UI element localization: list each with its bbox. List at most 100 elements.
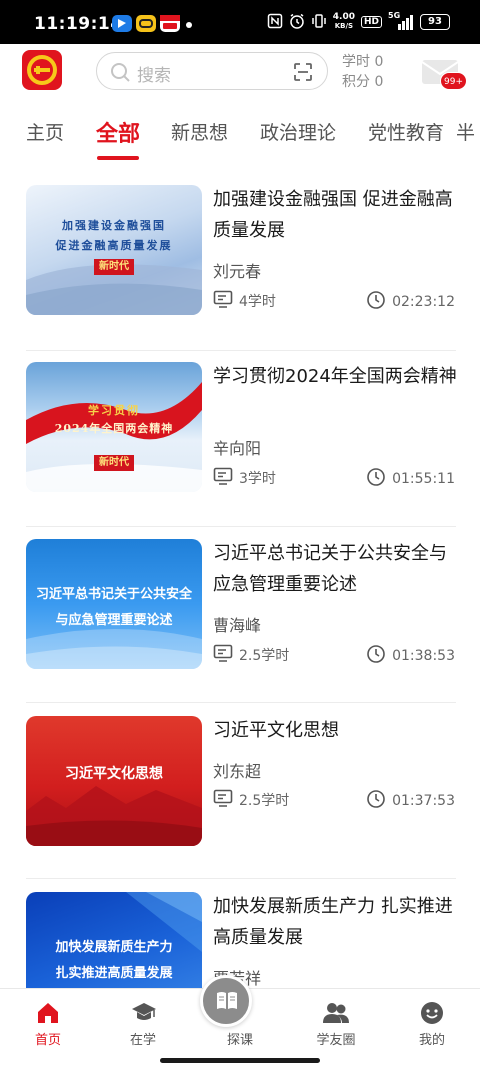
course-hours: 3学时 xyxy=(213,467,276,489)
nav-mine-label: 我的 xyxy=(418,1033,445,1048)
nav-home-label: 首页 xyxy=(34,1033,61,1048)
course-thumbnail[interactable]: 学习贯彻 2024年全国两会精神 新时代 xyxy=(26,362,202,492)
alarm-icon xyxy=(289,13,305,32)
nav-mine[interactable]: 我的 xyxy=(397,989,467,1049)
course-author: 辛向阳 xyxy=(213,439,262,458)
course-card[interactable]: 加快发展新质生产力 扎实推进高质量发展 加快发展新质生产力 扎实推进高质量发展 … xyxy=(0,867,480,988)
monitor-icon xyxy=(213,467,233,489)
net-speed-unit: KB/S xyxy=(334,22,354,30)
thumb-line-1: 学习贯彻 xyxy=(88,404,140,417)
vibrate-icon xyxy=(311,13,327,32)
nav-studying-label: 在学 xyxy=(129,1033,156,1048)
app-logo[interactable] xyxy=(22,50,62,90)
explore-center-button[interactable] xyxy=(200,975,252,1027)
clock-icon xyxy=(366,467,386,491)
monitor-icon xyxy=(213,644,233,666)
yellow-app-notification-icon xyxy=(136,15,156,32)
course-hours: 2.5学时 xyxy=(213,644,289,666)
course-hours-text: 3学时 xyxy=(239,471,276,487)
thumb-line-1: 习近平文化思想 xyxy=(65,766,163,782)
nav-explore-label: 探课 xyxy=(226,1033,253,1048)
net-speed-value: 4.00 xyxy=(332,12,355,22)
nfc-icon xyxy=(267,13,283,32)
course-title[interactable]: 习近平总书记关于公共安全与应急管理重要论述 xyxy=(213,538,457,600)
course-duration: 01:38:53 xyxy=(366,644,455,668)
open-book-icon xyxy=(215,990,239,1016)
search-bar[interactable]: 搜索 xyxy=(96,52,328,90)
tab-home[interactable]: 主页 xyxy=(26,118,64,145)
top-header: 搜索 学时 0 积分 0 99+ xyxy=(0,44,480,100)
course-hours-text: 2.5学时 xyxy=(239,793,290,809)
course-meta: 2.5学时 01:38:53 xyxy=(213,644,455,666)
thumb-line-1: 习近平总书记关于公共安全 xyxy=(35,587,192,602)
course-title[interactable]: 加快发展新质生产力 扎实推进高质量发展 xyxy=(213,891,457,953)
home-indicator[interactable] xyxy=(160,1058,320,1063)
status-icons: 4.00 KB/S HD 5G 93 xyxy=(267,11,450,32)
red-app-notification-icon xyxy=(160,15,180,32)
nav-studying[interactable]: 在学 xyxy=(108,989,178,1049)
course-author: 曹海峰 xyxy=(213,616,262,635)
battery-indicator: 93 xyxy=(420,14,450,30)
study-hours: 学时 0 xyxy=(342,54,384,70)
course-list: 加强建设金融强国 促进金融高质量发展 新时代 加强建设金融强国 促进金融高质量发… xyxy=(0,160,480,988)
course-title[interactable]: 加强建设金融强国 促进金融高质量发展 xyxy=(213,184,457,246)
tab-party-education[interactable]: 党性教育 xyxy=(368,118,444,145)
tab-political-theory[interactable]: 政治理论 xyxy=(260,118,336,145)
hd-badge: HD xyxy=(360,16,382,28)
course-title[interactable]: 习近平文化思想 xyxy=(213,715,457,746)
course-thumbnail[interactable]: 习近平总书记关于公共安全 与应急管理重要论述 xyxy=(26,539,202,669)
course-duration-text: 02:23:12 xyxy=(392,294,455,310)
people-icon xyxy=(322,1001,350,1025)
course-hours-text: 4学时 xyxy=(239,294,276,310)
clock-icon xyxy=(366,644,386,668)
course-thumbnail[interactable]: 加强建设金融强国 促进金融高质量发展 新时代 xyxy=(26,185,202,315)
course-hours-text: 2.5学时 xyxy=(239,648,290,664)
nav-explore[interactable]: 探课 xyxy=(200,975,275,1049)
net-speed: 4.00 KB/S xyxy=(333,13,355,31)
course-meta: 4学时 02:23:12 xyxy=(213,290,455,312)
thumb-line-2: 促进金融高质量发展 xyxy=(55,239,173,252)
course-thumbnail[interactable]: 习近平文化思想 xyxy=(26,716,202,846)
home-icon xyxy=(36,1001,60,1025)
search-placeholder: 搜索 xyxy=(137,66,171,86)
course-card[interactable]: 习近平文化思想 习近平文化思想 刘东超 2.5学时 01:37:53 xyxy=(0,691,480,867)
course-card[interactable]: 加强建设金融强国 促进金融高质量发展 新时代 加强建设金融强国 促进金融高质量发… xyxy=(0,160,480,336)
course-duration-text: 01:37:53 xyxy=(392,793,455,809)
category-tabs: 主页 全部 新思想 政治理论 党性教育 半 xyxy=(0,100,480,160)
blue-app-notification-icon xyxy=(112,15,132,32)
thumb-stamp: 新时代 xyxy=(94,455,134,471)
course-card[interactable]: 学习贯彻 2024年全国两会精神 新时代 学习贯彻2024年全国两会精神 辛向阳… xyxy=(0,337,480,513)
course-hours: 4学时 xyxy=(213,290,276,312)
thumb-line-1: 加强建设金融强国 xyxy=(62,219,166,232)
course-hours: 2.5学时 xyxy=(213,789,289,811)
course-duration: 02:23:12 xyxy=(366,290,455,314)
course-author: 刘东超 xyxy=(213,762,262,781)
smile-face-icon xyxy=(420,1001,444,1025)
mail-badge: 99+ xyxy=(440,72,467,90)
tab-all[interactable]: 全部 xyxy=(96,116,140,148)
course-card[interactable]: 习近平总书记关于公共安全 与应急管理重要论述 习近平总书记关于公共安全与应急管理… xyxy=(0,514,480,690)
course-duration: 01:55:11 xyxy=(366,467,455,491)
clock-icon xyxy=(366,789,386,813)
course-meta: 2.5学时 01:37:53 xyxy=(213,789,455,811)
points: 积分 0 xyxy=(342,74,384,90)
scan-icon[interactable] xyxy=(293,62,313,86)
thumb-line-2: 2024年全国两会精神 xyxy=(54,422,174,435)
monitor-icon xyxy=(213,789,233,811)
nav-home[interactable]: 首页 xyxy=(13,989,83,1049)
status-bar: 11:19:14 4.00 KB/S HD 5G 93 xyxy=(0,0,480,44)
course-thumbnail[interactable]: 加快发展新质生产力 扎实推进高质量发展 xyxy=(26,892,202,988)
clock-icon xyxy=(366,290,386,314)
search-icon xyxy=(109,61,131,87)
tab-partial[interactable]: 半 xyxy=(456,118,475,145)
nav-friends[interactable]: 学友圈 xyxy=(301,989,371,1049)
course-author: 刘元春 xyxy=(213,262,262,281)
monitor-icon xyxy=(213,290,233,312)
course-title[interactable]: 学习贯彻2024年全国两会精神 xyxy=(213,361,457,392)
graduation-cap-icon xyxy=(131,1001,156,1025)
status-time: 11:19:14 xyxy=(34,14,123,34)
more-notifications-dot xyxy=(186,22,192,28)
thumb-line-1: 加快发展新质生产力 xyxy=(55,940,173,955)
tab-new-thought[interactable]: 新思想 xyxy=(171,118,228,145)
course-meta: 3学时 01:55:11 xyxy=(213,467,455,489)
